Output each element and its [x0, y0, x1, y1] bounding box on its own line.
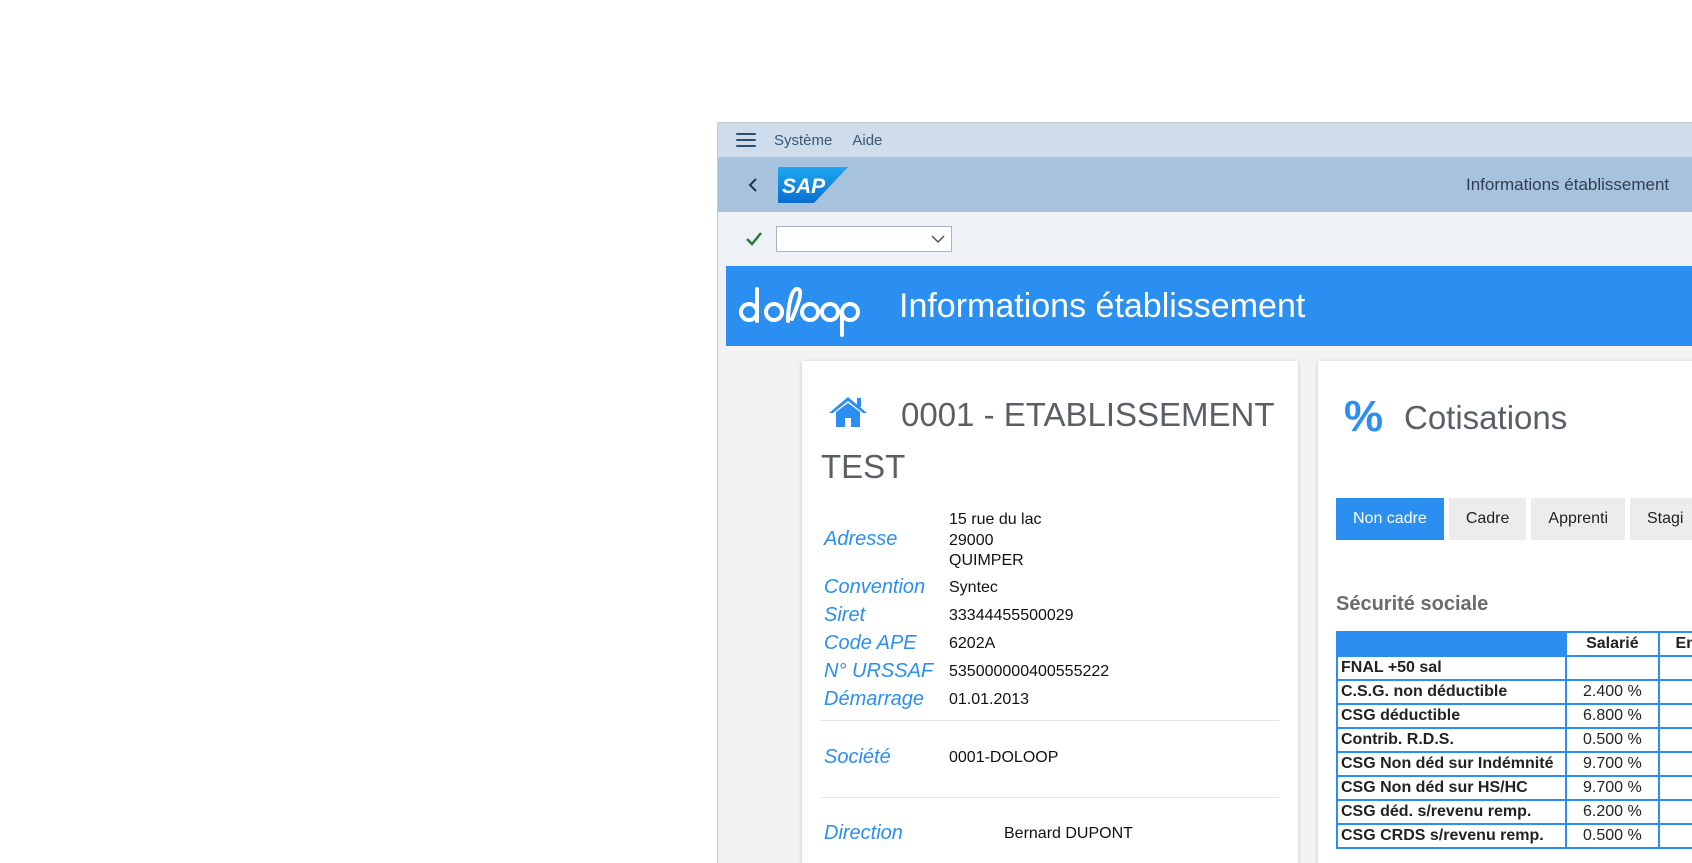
- chevron-down-icon[interactable]: [931, 235, 945, 244]
- row-salarie: 6.200 %: [1564, 799, 1661, 825]
- table-header-cell: Em: [1658, 631, 1692, 657]
- page-banner: Informations établissement: [726, 266, 1692, 346]
- siret-value: 33344455500029: [949, 607, 1074, 624]
- row-label: CSG déductible: [1336, 703, 1567, 729]
- section-title: Sécurité sociale: [1336, 593, 1489, 615]
- table-header-row: Salarié Em: [1336, 631, 1692, 657]
- societe-label: Société: [824, 746, 891, 768]
- shell-title: Informations établissement: [1466, 175, 1670, 194]
- row-salarie: 9.700 %: [1564, 751, 1661, 777]
- tab-non-cadre[interactable]: Non cadre: [1336, 498, 1444, 540]
- table-row: CSG déd. s/revenu remp. 6.200 %: [1336, 799, 1692, 825]
- table-row: CSG déductible 6.800 %: [1336, 703, 1692, 729]
- demarrage-value: 01.01.2013: [949, 691, 1030, 708]
- table-row: CSG Non déd sur Indémnité 9.700 %: [1336, 751, 1692, 777]
- hamburger-icon[interactable]: [736, 133, 756, 147]
- menu-bar: Système Aide: [718, 123, 1692, 157]
- row-employeur: [1658, 799, 1692, 825]
- row-salarie: 2.400 %: [1564, 679, 1661, 705]
- page-title: Informations établissement: [899, 286, 1306, 325]
- row-label: C.S.G. non déductible: [1336, 679, 1567, 705]
- tab-cadre[interactable]: Cadre: [1448, 498, 1527, 540]
- cotisations-table: Salarié Em FNAL +50 sal 0 C.S.G. non déd…: [1336, 631, 1692, 849]
- command-field[interactable]: [776, 226, 952, 252]
- table-row: Contrib. R.D.S. 0.500 %: [1336, 727, 1692, 753]
- content-area: 0001 - ETABLISSEMENT TEST Adresse 15 rue…: [718, 346, 1692, 863]
- tab-apprenti[interactable]: Apprenti: [1531, 498, 1625, 540]
- divider: [821, 720, 1279, 721]
- code-ape-label: Code APE: [824, 632, 917, 654]
- adresse-line-2: 29000: [949, 532, 994, 549]
- tab-stagiaire[interactable]: Stagi: [1630, 498, 1692, 540]
- row-employeur: 0: [1658, 655, 1692, 681]
- row-label: FNAL +50 sal: [1336, 655, 1567, 681]
- svg-text:SAP: SAP: [782, 175, 826, 198]
- code-ape-value: 6202A: [949, 635, 996, 652]
- adresse-line-1: 15 rue du lac: [949, 511, 1042, 528]
- divider: [821, 797, 1279, 798]
- row-salarie: 0.500 %: [1564, 727, 1661, 753]
- etablissement-title: 0001 - ETABLISSEMENT TEST: [821, 396, 1274, 485]
- direction-value: Bernard DUPONT: [1004, 825, 1133, 842]
- toolbar: [718, 212, 1692, 266]
- row-salarie: 0.500 %: [1564, 823, 1661, 849]
- table-row: FNAL +50 sal 0: [1336, 655, 1692, 681]
- sap-window: Système Aide SAP Informations établissem…: [717, 122, 1692, 863]
- table-row: CSG Non déd sur HS/HC 9.700 %: [1336, 775, 1692, 801]
- row-employeur: [1658, 727, 1692, 753]
- cotisations-title: Cotisations: [1404, 399, 1568, 436]
- doloop-logo: [739, 286, 860, 337]
- urssaf-value: 535000000400555222: [949, 663, 1110, 680]
- percent-icon: %: [1344, 392, 1384, 441]
- row-employeur: [1658, 703, 1692, 729]
- row-salarie: 6.800 %: [1564, 703, 1661, 729]
- table-row: C.S.G. non déductible 2.400 %: [1336, 679, 1692, 705]
- row-label: CSG Non déd sur HS/HC: [1336, 775, 1567, 801]
- menu-item-aide[interactable]: Aide: [852, 132, 882, 149]
- etablissement-card: 0001 - ETABLISSEMENT TEST Adresse 15 rue…: [802, 361, 1298, 863]
- table-header-cell: Salarié: [1564, 631, 1661, 657]
- sap-logo: SAP: [778, 166, 848, 203]
- adresse-line-3: QUIMPER: [949, 552, 1024, 569]
- direction-label: Direction: [824, 822, 903, 844]
- chevron-left-icon[interactable]: [746, 177, 760, 192]
- demarrage-label: Démarrage: [824, 688, 925, 710]
- row-label: Contrib. R.D.S.: [1336, 727, 1567, 753]
- convention-label: Convention: [824, 576, 926, 598]
- shell-bar: SAP Informations établissement: [718, 157, 1692, 212]
- societe-value: 0001-DOLOOP: [949, 749, 1059, 766]
- siret-label: Siret: [824, 604, 866, 626]
- convention-value: Syntec: [949, 579, 998, 596]
- table-header-cell: [1336, 631, 1567, 657]
- adresse-label: Adresse: [824, 528, 898, 550]
- row-employeur: [1658, 679, 1692, 705]
- cotisations-tabs: Non cadre Cadre Apprenti Stagi: [1336, 498, 1692, 540]
- checkmark-icon[interactable]: [744, 229, 764, 249]
- row-label: CSG déd. s/revenu remp.: [1336, 799, 1567, 825]
- urssaf-label: N° URSSAF: [824, 660, 934, 682]
- menu-item-systeme[interactable]: Système: [774, 132, 832, 149]
- row-label: CSG Non déd sur Indémnité: [1336, 751, 1567, 777]
- row-salarie: 9.700 %: [1564, 775, 1661, 801]
- row-label: CSG CRDS s/revenu remp.: [1336, 823, 1567, 849]
- row-employeur: [1658, 775, 1692, 801]
- row-employeur: [1658, 751, 1692, 777]
- cotisations-card: % Cotisations Non cadre Cadre Apprenti S…: [1318, 361, 1692, 863]
- row-employeur: [1658, 823, 1692, 849]
- row-salarie: [1564, 655, 1661, 681]
- table-row: CSG CRDS s/revenu remp. 0.500 %: [1336, 823, 1692, 849]
